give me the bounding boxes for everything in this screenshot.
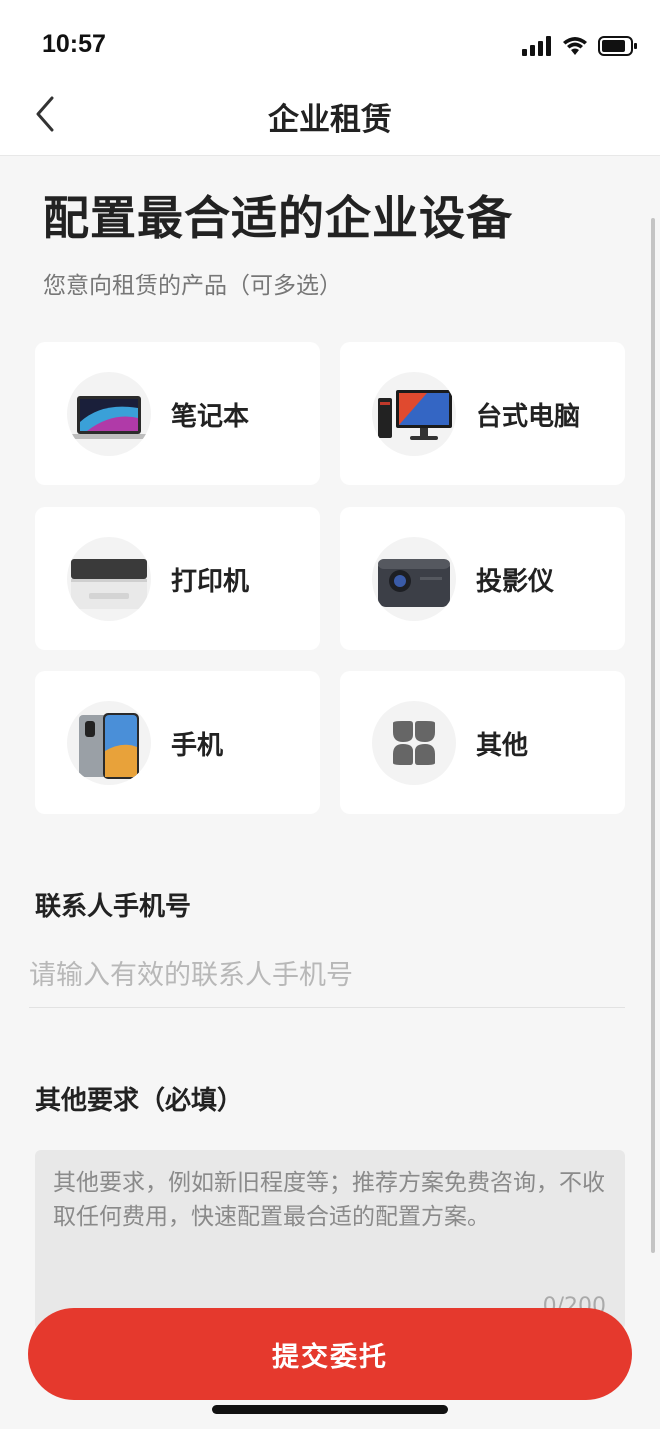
page-title: 企业租赁 xyxy=(268,102,392,138)
contact-phone-label: 联系人手机号 xyxy=(35,892,192,922)
product-card-projector[interactable]: 投影仪 xyxy=(340,507,625,650)
product-label: 手机 xyxy=(171,731,224,761)
home-indicator xyxy=(212,1405,448,1414)
product-label: 台式电脑 xyxy=(476,402,581,432)
product-card-phone[interactable]: 手机 xyxy=(35,671,320,814)
product-label: 其他 xyxy=(476,731,529,761)
requirements-textarea[interactable] xyxy=(35,1150,625,1330)
laptop-icon xyxy=(67,372,151,456)
battery-icon xyxy=(598,36,637,56)
requirements-label: 其他要求（必填） xyxy=(35,1086,244,1116)
printer-icon xyxy=(67,537,151,621)
status-time: 10:57 xyxy=(42,30,106,58)
product-label: 打印机 xyxy=(171,567,250,597)
wifi-icon xyxy=(563,37,587,55)
product-label: 笔记本 xyxy=(171,402,250,432)
product-card-printer[interactable]: 打印机 xyxy=(35,507,320,650)
product-card-desktop[interactable]: 台式电脑 xyxy=(340,342,625,485)
scrollbar[interactable] xyxy=(651,218,655,1253)
status-bar: 10:57 xyxy=(0,0,660,80)
product-subheading: 您意向租赁的产品（可多选） xyxy=(43,273,342,299)
desktop-computer-icon xyxy=(372,372,456,456)
product-card-laptop[interactable]: 笔记本 xyxy=(35,342,320,485)
product-label: 投影仪 xyxy=(476,567,555,597)
contact-phone-input[interactable] xyxy=(29,944,625,1008)
projector-icon xyxy=(372,537,456,621)
navigation-bar: 企业租赁 xyxy=(0,80,660,156)
cellular-signal-icon xyxy=(522,36,551,56)
four-dots-icon xyxy=(372,701,456,785)
status-icons xyxy=(522,36,638,56)
product-card-other[interactable]: 其他 xyxy=(340,671,625,814)
headline: 配置最合适的企业设备 xyxy=(43,191,513,245)
submit-button[interactable]: 提交委托 xyxy=(28,1308,632,1400)
phone-icon xyxy=(67,701,151,785)
